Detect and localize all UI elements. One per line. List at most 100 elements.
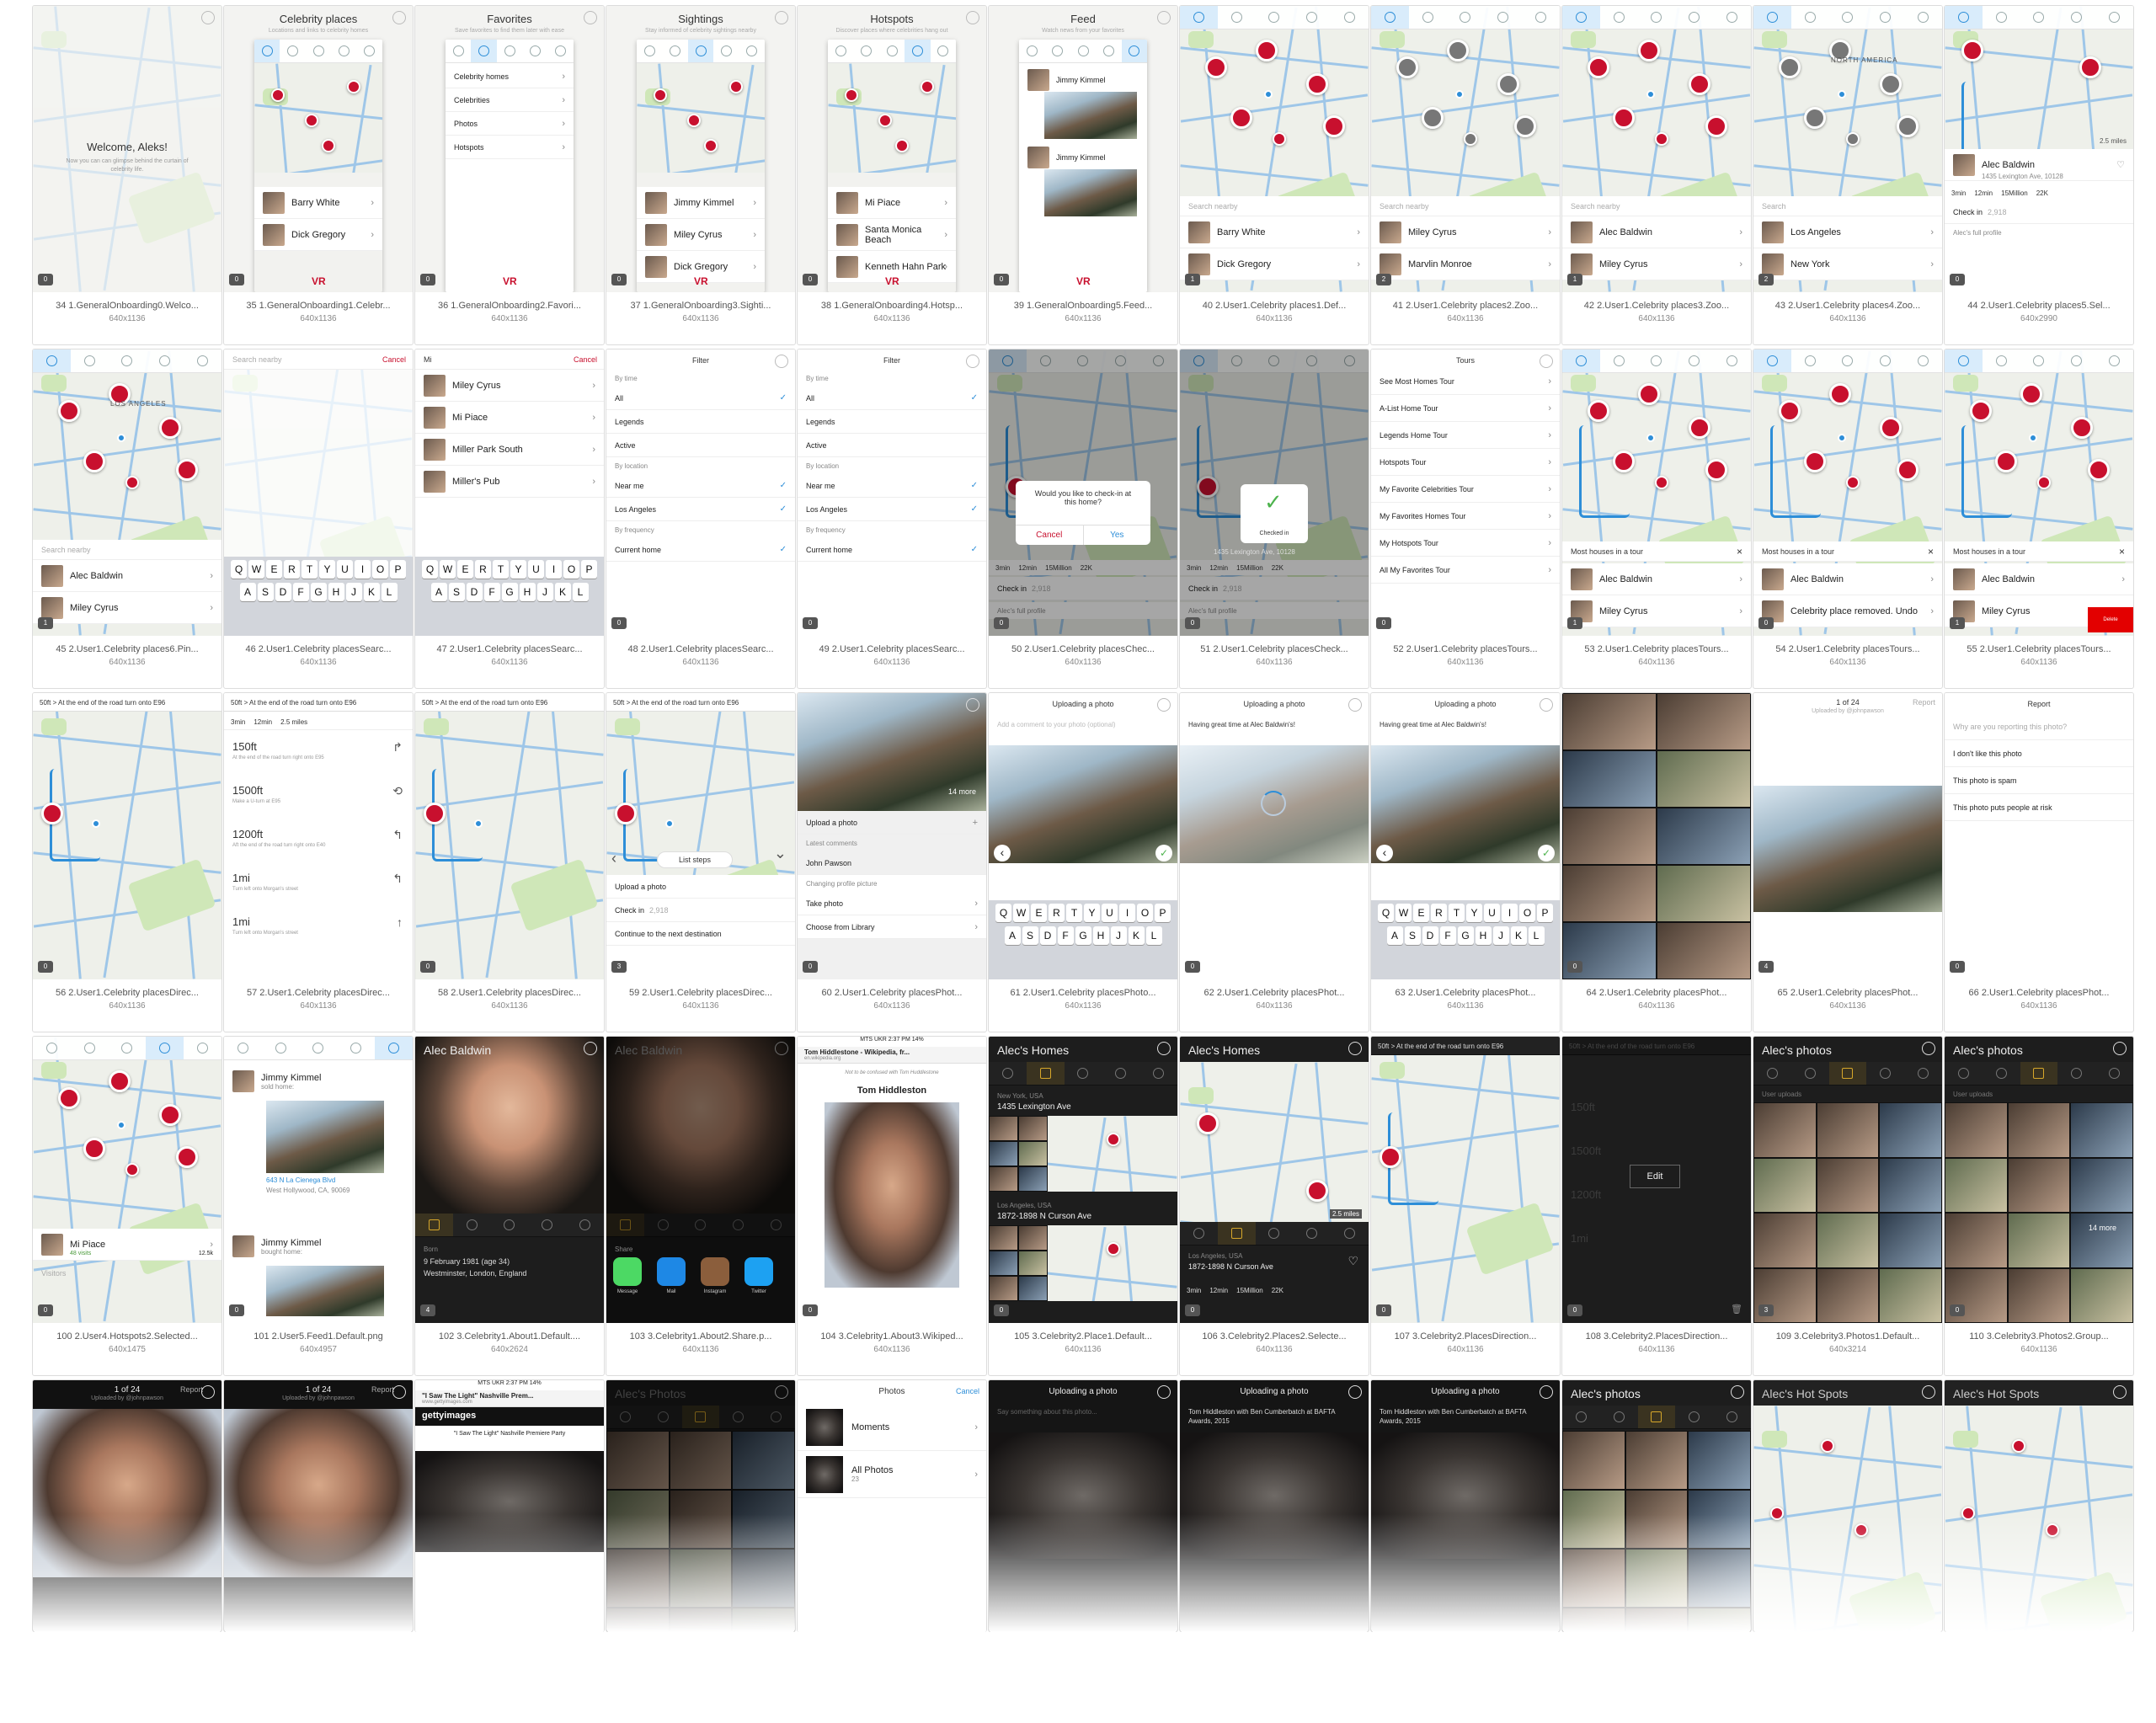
feed-address[interactable]: 643 N La Cienega Blvd <box>266 1176 335 1184</box>
photo-thumbnail[interactable] <box>989 1116 1018 1141</box>
select-circle-icon[interactable] <box>966 698 979 712</box>
celebrity-pin[interactable] <box>1880 73 1902 95</box>
key[interactable]: K <box>554 583 571 601</box>
trash-icon[interactable]: 🗑 <box>1731 1304 1742 1315</box>
comments-badge[interactable]: 0 <box>38 274 53 285</box>
plus-icon[interactable]: + <box>973 818 978 828</box>
screen-card[interactable]: Filter By time All ✓ Legends Active By locatio… <box>797 349 987 689</box>
search-input[interactable]: Search nearby <box>1562 196 1751 216</box>
tab-hotspots[interactable] <box>146 1037 184 1059</box>
photo-thumbnail[interactable] <box>1816 1213 1880 1268</box>
celebrity-pin[interactable] <box>1970 400 1992 422</box>
screen-thumbnail[interactable]: Tours See Most Homes Tour › A-List Home Tou… <box>1371 349 1560 636</box>
key[interactable]: P <box>390 560 406 579</box>
photo-thumbnail[interactable] <box>1753 1102 1817 1158</box>
celebrity-pin[interactable] <box>1804 107 1826 129</box>
home-map-thumb[interactable] <box>989 1225 1177 1301</box>
tab-sightings[interactable] <box>1070 40 1096 62</box>
celebrity-pin[interactable] <box>615 803 637 824</box>
key[interactable]: P <box>1155 904 1171 922</box>
edit-button[interactable]: Edit <box>1630 1165 1680 1188</box>
tab-feed[interactable] <box>184 349 221 372</box>
celebrity-pin[interactable] <box>1588 400 1609 422</box>
tab-feed[interactable] <box>1904 349 1942 372</box>
report-option[interactable]: This photo is spam <box>1945 767 2133 794</box>
filter-option[interactable]: Current home ✓ <box>606 538 795 562</box>
screen-card[interactable]: Mi Cancel Miley Cyrus › Mi Piace › Miller Park… <box>414 349 605 689</box>
celebrity-pin[interactable] <box>83 451 105 472</box>
list-item[interactable]: Alec Baldwin › <box>1562 563 1751 595</box>
comments-badge[interactable]: 0 <box>994 1304 1009 1316</box>
tab-celebrities[interactable] <box>1945 1062 1983 1085</box>
comments-badge[interactable]: 1 <box>1950 617 1965 629</box>
celebrity-pin[interactable] <box>1897 459 1919 481</box>
screen-card[interactable]: 3min 12min 15Million 22K Check in 2,918 Alec's… <box>1179 349 1369 689</box>
celebrity-pin[interactable] <box>2020 383 2042 405</box>
tab-hotspots[interactable] <box>146 349 184 372</box>
key[interactable]: W <box>440 560 456 579</box>
report-option[interactable]: I don't like this photo <box>1945 740 2133 767</box>
comments-badge[interactable]: 2 <box>1376 274 1391 285</box>
photo-thumbnail[interactable] <box>1945 1102 2008 1158</box>
screen-thumbnail[interactable]: Alec's Homes New York, USA 1435 Lexington … <box>989 1037 1177 1323</box>
key[interactable]: K <box>363 583 380 601</box>
tab-celebrities[interactable] <box>254 40 280 62</box>
list-item[interactable]: Mi Piace › <box>415 402 604 434</box>
key[interactable]: S <box>1022 926 1038 945</box>
screen-card[interactable]: Uploading a photo Having great time at Al… <box>1179 692 1369 1032</box>
comment-input[interactable]: Tom Hiddleston with Ben Cumberbatch at B… <box>1380 1407 1551 1426</box>
celebrity-pin[interactable] <box>125 476 139 489</box>
key[interactable]: S <box>257 583 274 601</box>
comments-badge[interactable]: 0 <box>1185 1304 1200 1316</box>
celebrity-pin[interactable] <box>1197 1112 1219 1134</box>
photo-thumbnail[interactable] <box>989 1166 1018 1192</box>
celebrity-pin[interactable] <box>1613 107 1635 129</box>
screen-card[interactable]: Report Why are you reporting this photo? I… <box>1944 692 2134 1032</box>
select-circle-icon[interactable] <box>775 355 788 368</box>
comment-input[interactable]: Having great time at Alec Baldwin's! <box>1188 720 1360 729</box>
screen-card[interactable]: Uploading a photo Add a comment to your p… <box>988 692 1178 1032</box>
list-item[interactable]: Miley Cyrus › <box>33 592 221 624</box>
mail-icon[interactable] <box>657 1257 686 1286</box>
photo-thumbnail[interactable] <box>1018 1116 1048 1141</box>
feed-item[interactable]: Jimmy Kimmel <box>1019 68 1147 92</box>
celebrity-pin[interactable] <box>159 1104 181 1126</box>
list-item[interactable]: Celebrity place removed. Undo › <box>1753 595 1942 627</box>
screen-card[interactable]: Alec's Photos <box>606 1379 796 1632</box>
tab-hotspots[interactable] <box>1293 1222 1331 1245</box>
celebrity-pin[interactable] <box>271 88 285 102</box>
celebrity-pin[interactable] <box>1779 56 1801 78</box>
screen-card[interactable]: Hotspots Discover places where celebritie… <box>797 5 987 345</box>
screen-thumbnail[interactable]: 0 <box>1562 693 1751 979</box>
screen-thumbnail[interactable]: 50ft > At the end of the road turn onto … <box>1371 1037 1560 1323</box>
celebrity-pin[interactable] <box>1880 417 1902 439</box>
celebrity-pin[interactable] <box>1497 73 1519 95</box>
comments-badge[interactable]: 1 <box>1185 274 1200 285</box>
tab-favorites[interactable] <box>1600 349 1638 372</box>
screen-card[interactable]: Feed Watch news from your favorites Jimmy … <box>988 5 1178 345</box>
comments-badge[interactable]: 0 <box>803 274 818 285</box>
list-item[interactable]: Miley Cyrus › <box>1371 216 1560 248</box>
screen-card[interactable]: Alec's Hot Spots <box>1753 1379 1943 1632</box>
map-view[interactable] <box>637 63 765 173</box>
celebrity-pin[interactable] <box>1230 107 1252 129</box>
tab-celebrities[interactable] <box>415 1214 453 1236</box>
select-circle-icon[interactable] <box>1157 1385 1171 1399</box>
key[interactable]: W <box>1396 904 1412 922</box>
celebrity-pin[interactable] <box>2071 417 2093 439</box>
screen-card[interactable]: Alec Baldwin Born 9 February 1981 (age 34)… <box>414 1036 605 1376</box>
screen-card[interactable]: Search nearby Cancel Q W E R T Y U I O P A S D F G H J K L 46… <box>223 349 414 689</box>
key[interactable]: G <box>501 583 518 601</box>
screen-card[interactable]: 50ft > At the end of the road turn onto … <box>1370 1036 1561 1376</box>
close-icon[interactable]: × <box>1928 546 1934 557</box>
screen-thumbnail[interactable]: 50ft > At the end of the road turn onto … <box>415 693 604 979</box>
photo-thumbnail[interactable] <box>2070 1213 2133 1268</box>
comments-badge[interactable]: 0 <box>1950 961 1965 973</box>
celebrity-pin[interactable] <box>1306 1180 1328 1202</box>
screen-thumbnail[interactable]: Uploading a photo Add a comment to your p… <box>989 693 1177 979</box>
tab-feed[interactable] <box>375 1037 413 1059</box>
key[interactable]: T <box>302 560 318 579</box>
screen-thumbnail[interactable]: Filter By time All ✓ Legends Active By locatio… <box>606 349 795 636</box>
full-photo[interactable] <box>1753 786 1942 912</box>
comments-badge[interactable]: 0 <box>1185 617 1200 629</box>
